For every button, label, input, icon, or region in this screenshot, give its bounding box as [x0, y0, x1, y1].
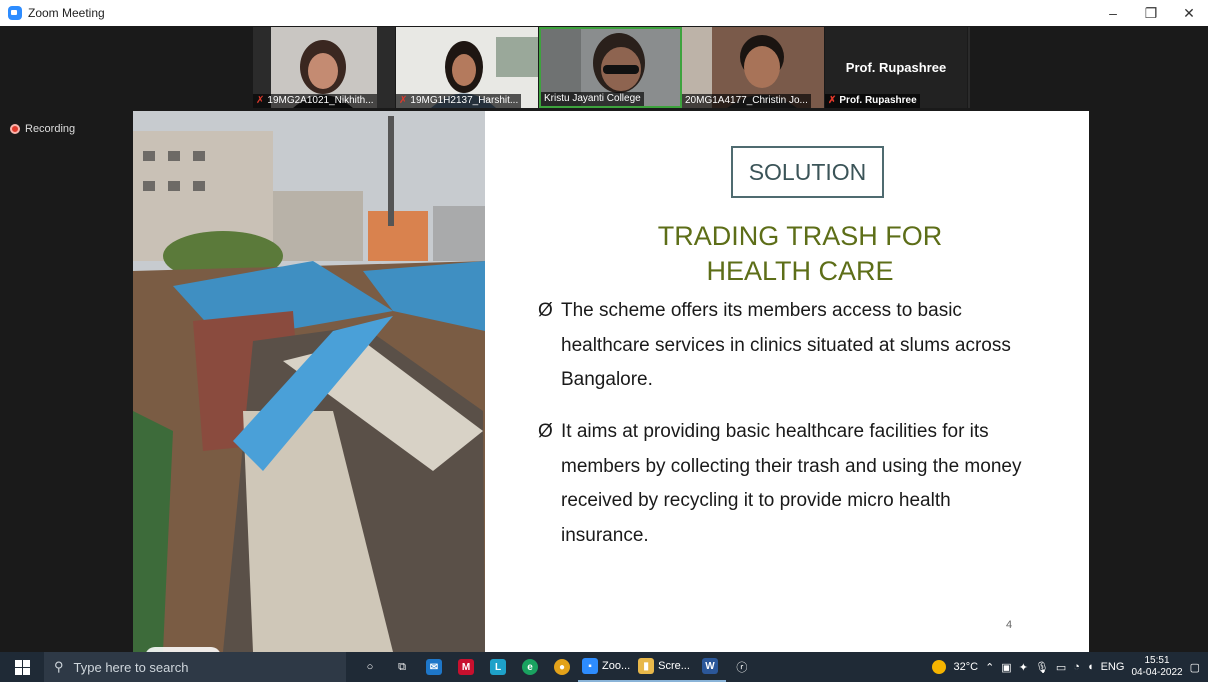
minimize-icon[interactable]: – [1094, 0, 1132, 26]
windows-taskbar: ⚲ Type here to search ○ ⧉ ✉ M L e ● ▪ Zo… [0, 652, 1208, 682]
recording-dot-icon [10, 124, 20, 134]
slide-bullet: Ø The scheme offers its members access t… [538, 294, 1038, 398]
volume-icon[interactable]: ◖ [1087, 661, 1094, 673]
start-button[interactable] [0, 652, 44, 682]
participant-name: Prof. Rupashree [839, 95, 917, 106]
task-view-icon[interactable]: ⧉ [386, 652, 418, 682]
meet-now-icon[interactable]: ▣ [1001, 661, 1011, 674]
zoom-taskbar-button[interactable]: ▪ Zoo... [578, 652, 635, 682]
title-bar: Zoom Meeting – ❐ ✕ [0, 0, 1208, 26]
people-icon[interactable]: ⓡ [726, 652, 758, 682]
participant-tile-video-off[interactable]: Prof. Rupashree ✗ Prof. Rupashree [825, 27, 968, 108]
mcafee-icon[interactable]: M [450, 652, 482, 682]
slide-number: 4 [1006, 619, 1013, 631]
recording-label: Recording [25, 123, 76, 135]
clock-time: 15:51 [1144, 655, 1170, 666]
word-icon[interactable]: W [693, 652, 726, 682]
weather-icon [932, 660, 947, 674]
clock[interactable]: 15:51 04-04-2022 [1131, 655, 1182, 679]
bullet-mark: Ø [538, 421, 553, 442]
close-icon[interactable]: ✕ [1170, 0, 1208, 26]
edge-icon[interactable]: e [514, 652, 546, 682]
participant-label: ✗ 19MG1H2137_Harshit... [396, 94, 522, 108]
participant-tile[interactable]: ✗ 19MG1H2137_Harshit... [396, 27, 539, 108]
search-placeholder: Type here to search [73, 659, 189, 675]
clock-date: 04-04-2022 [1131, 667, 1183, 678]
notifications-icon[interactable]: ▢ [1190, 661, 1200, 674]
recording-indicator[interactable]: Recording [10, 123, 75, 135]
microphone-icon[interactable]: 🎙 [1035, 661, 1049, 674]
participant-tile[interactable]: 20MG1A4177_Christin Jo... [682, 27, 825, 108]
participant-name: 19MG2A1021_Nikhith... [267, 95, 374, 106]
window-title: Zoom Meeting [28, 6, 105, 20]
shared-slide: SOLUTION TRADING TRASH FOR HEALTH CARE Ø… [133, 111, 1089, 652]
screenshot-folder-icon: ▮ [638, 658, 655, 674]
language-indicator[interactable]: ENG [1101, 661, 1125, 673]
heading-line-2: HEALTH CARE [706, 256, 894, 286]
restore-icon[interactable]: ❐ [1132, 0, 1170, 26]
screenshot-folder-label: Scre... [658, 660, 690, 672]
heading-line-1: TRADING TRASH FOR [657, 221, 943, 251]
screenshot-folder-button[interactable]: ▮ Scre... [634, 652, 694, 682]
participant-label: ✗ Prof. Rupashree [825, 94, 920, 108]
window-controls: – ❐ ✕ [1094, 0, 1208, 26]
slide-heading: TRADING TRASH FOR HEALTH CARE [563, 219, 1037, 289]
taskbar-search-box[interactable]: ⚲ Type here to search [44, 652, 346, 682]
meeting-stage: ✗ 19MG2A1021_Nikhith... ✗ 19MG1H2137_Har… [0, 26, 1208, 667]
weather-temperature[interactable]: 32°C [953, 661, 978, 673]
participant-name: 19MG1H2137_Harshit... [410, 95, 519, 106]
system-tray: 32°C ⌃ ▣ ✦ 🎙 ▭ ◔ ◖ ENG 15:51 04-04-2022 … [932, 652, 1208, 682]
muted-mic-icon: ✗ [399, 95, 408, 106]
mail-icon[interactable]: ✉ [418, 652, 450, 682]
slide-bullet: Ø It aims at providing basic healthcare … [538, 415, 1038, 553]
taskbar-apps: ○ ⧉ ✉ M L e ● ▪ Zoo... ▮ Scre... W ⓡ [354, 652, 758, 682]
battery-icon[interactable]: ▭ [1056, 661, 1066, 674]
zoom-app-icon [8, 6, 22, 20]
zoom-taskbar-icon: ▪ [582, 658, 598, 674]
muted-mic-icon: ✗ [256, 95, 265, 106]
wifi-icon[interactable]: ◔ [1073, 661, 1080, 673]
participant-name: Kristu Jayanti College [544, 93, 641, 104]
chrome-icon[interactable]: ● [546, 652, 578, 682]
participant-tile[interactable]: ✗ 19MG2A1021_Nikhith... [253, 27, 396, 108]
lens-app-icon[interactable]: L [482, 652, 514, 682]
participant-label: 20MG1A4177_Christin Jo... [682, 94, 811, 108]
bullet-text: It aims at providing basic healthcare fa… [561, 421, 1022, 546]
search-icon: ⚲ [54, 659, 64, 674]
show-hidden-icons-icon[interactable]: ⌃ [985, 661, 994, 674]
windows-logo-icon [14, 659, 30, 675]
participant-name-card: Prof. Rupashree [845, 60, 947, 75]
network-icon[interactable]: ✦ [1019, 661, 1028, 674]
participant-label: Kristu Jayanti College [541, 92, 644, 106]
participant-tile-active-speaker[interactable]: Kristu Jayanti College [539, 27, 682, 108]
bullet-text: The scheme offers its members access to … [561, 300, 1011, 390]
cortana-icon[interactable]: ○ [354, 652, 386, 682]
zoom-taskbar-label: Zoo... [602, 660, 631, 672]
participant-label: ✗ 19MG2A1021_Nikhith... [253, 94, 377, 108]
participant-strip: ✗ 19MG2A1021_Nikhith... ✗ 19MG1H2137_Har… [253, 27, 970, 108]
slum-photo-image [133, 111, 485, 652]
bullet-mark: Ø [538, 300, 553, 321]
participant-name: 20MG1A4177_Christin Jo... [685, 95, 808, 106]
solution-box: SOLUTION [731, 146, 884, 198]
muted-mic-icon: ✗ [828, 95, 837, 106]
